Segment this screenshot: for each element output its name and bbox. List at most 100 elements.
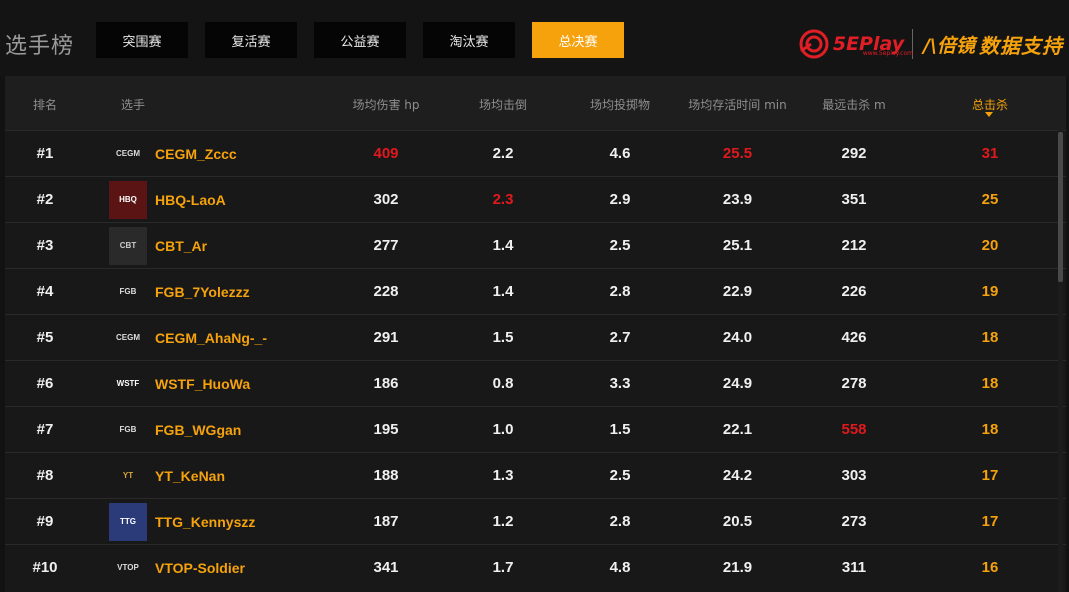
rank-cell: #10 [32,559,58,576]
player-name[interactable]: HBQ-LaoA [155,192,226,208]
tab-finals[interactable]: 总决赛 [532,22,624,58]
total-kills-cell: 17 [981,467,999,484]
total-kills-cell: 18 [981,329,999,346]
table-row[interactable]: #7 FGB FGB_WGgan 195 1.0 1.5 22.1 558 18 [5,406,1066,452]
total-kills-cell: 31 [981,145,999,162]
avg-damage-cell: 188 [373,467,399,484]
table-row[interactable]: #5 CEGM CEGM_AhaNg-_- 291 1.5 2.7 24.0 426 18 [5,314,1066,360]
player-name[interactable]: FGB_7Yolezzz [155,284,250,300]
table-row[interactable]: #3 CBT CBT_Ar 277 1.4 2.5 25.1 212 20 [5,222,1066,268]
team-logo-icon: CEGM [116,333,140,342]
avg-damage-cell: 409 [373,145,399,162]
avg-throwables-cell: 2.5 [609,467,631,484]
rank-cell: #9 [36,513,54,530]
team-logo-icon: CBT [109,226,147,265]
avg-survival-cell: 22.9 [722,283,753,300]
table-row[interactable]: #9 TTG TTG_Kennyszz 187 1.2 2.8 20.5 273 17 [5,498,1066,544]
col-damage[interactable]: 场均伤害 hp [336,96,436,113]
avg-throwables-cell: 2.7 [609,329,631,346]
avg-survival-cell: 23.9 [722,191,753,208]
sponsor-brand: 5EPlay www.5eplay.com /\倍镜 数据支持 [799,28,1063,60]
player-name[interactable]: VTOP-Soldier [155,560,245,576]
avg-survival-cell: 24.9 [722,375,753,392]
longest-kill-cell: 278 [841,375,867,392]
player-cell[interactable]: TTG TTG_Kennyszz [109,502,329,541]
avg-throwables-cell: 3.3 [609,375,631,392]
longest-kill-cell: 212 [841,237,867,254]
col-throwables[interactable]: 场均投掷物 [570,96,670,113]
page-title: 选手榜 [5,34,75,59]
player-name[interactable]: WSTF_HuoWa [155,376,250,392]
longest-kill-cell: 426 [841,329,867,346]
5eplay-logo-icon [799,29,829,59]
team-logo-icon: CEGM [116,149,140,158]
total-kills-cell: 18 [981,375,999,392]
team-logo-icon: TTG [109,502,147,541]
avg-knocks-cell: 1.4 [492,283,514,300]
rank-cell: #6 [36,375,54,392]
player-name[interactable]: YT_KeNan [155,468,225,484]
rank-cell: #7 [36,421,54,438]
avg-survival-cell: 21.9 [722,559,753,576]
player-cell[interactable]: CEGM CEGM_AhaNg-_- [109,319,329,357]
player-cell[interactable]: VTOP VTOP-Soldier [109,549,329,587]
partner-tagline: 数据支持 [979,33,1063,58]
stage-tabs: 突围赛 复活赛 公益赛 淘汰赛 总决赛 [96,22,641,58]
table-row[interactable]: #4 FGB FGB_7Yolezzz 228 1.4 2.8 22.9 226 19 [5,268,1066,314]
avg-damage-cell: 228 [373,283,399,300]
avg-knocks-cell: 1.0 [492,421,514,438]
total-kills-cell: 16 [981,559,999,576]
tab-charity[interactable]: 公益赛 [314,22,406,58]
tab-revival[interactable]: 复活赛 [205,22,297,58]
5eplay-wordmark: 5EPlay www.5eplay.com [833,33,913,57]
player-name[interactable]: CBT_Ar [155,238,207,254]
player-cell[interactable]: FGB FGB_7Yolezzz [109,273,329,311]
player-name[interactable]: FGB_WGgan [155,422,241,438]
longest-kill-cell: 558 [841,421,867,438]
player-cell[interactable]: CBT CBT_Ar [109,226,329,265]
avg-throwables-cell: 2.8 [609,283,631,300]
col-rank: 排名 [32,98,57,112]
col-longest-kill[interactable]: 最远击杀 m [804,96,904,113]
avg-damage-cell: 291 [373,329,399,346]
avg-damage-cell: 187 [373,513,399,530]
player-name[interactable]: CEGM_AhaNg-_- [155,330,267,346]
rank-cell: #2 [36,191,54,208]
tab-breakout[interactable]: 突围赛 [96,22,188,58]
avg-throwables-cell: 2.9 [609,191,631,208]
team-logo-icon: YT [122,471,134,480]
scrollbar[interactable] [1058,130,1063,592]
scrollbar-thumb[interactable] [1058,132,1063,282]
table-row[interactable]: #10 VTOP VTOP-Soldier 341 1.7 4.8 21.9 311 16 [5,544,1066,590]
player-cell[interactable]: YT YT_KeNan [109,457,329,495]
rank-cell: #1 [36,145,54,162]
team-logo-icon: HBQ [109,180,147,219]
player-cell[interactable]: CEGM CEGM_Zccc [109,135,329,173]
col-knocks[interactable]: 场均击倒 [453,96,553,113]
rank-cell: #5 [36,329,54,346]
avg-damage-cell: 341 [373,559,399,576]
table-row[interactable]: #2 HBQ HBQ-LaoA 302 2.3 2.9 23.9 351 25 [5,176,1066,222]
col-survival-time[interactable]: 场均存活时间 min [675,96,800,113]
player-cell[interactable]: HBQ HBQ-LaoA [109,180,329,219]
table-row[interactable]: #8 YT YT_KeNan 188 1.3 2.5 24.2 303 17 [5,452,1066,498]
longest-kill-cell: 303 [841,467,867,484]
player-cell[interactable]: WSTF WSTF_HuoWa [109,365,329,403]
col-total-kills[interactable]: 总击杀 [940,96,1040,117]
tab-elimination[interactable]: 淘汰赛 [423,22,515,58]
table-row[interactable]: #6 WSTF WSTF_HuoWa 186 0.8 3.3 24.9 278 18 [5,360,1066,406]
avg-knocks-cell: 1.4 [492,237,514,254]
avg-survival-cell: 20.5 [722,513,753,530]
total-kills-cell: 18 [981,421,999,438]
player-cell[interactable]: FGB FGB_WGgan [109,411,329,449]
player-name[interactable]: CEGM_Zccc [155,146,237,162]
total-kills-cell: 19 [981,283,999,300]
avg-damage-cell: 195 [373,421,399,438]
avg-knocks-cell: 2.2 [492,145,514,162]
table-row[interactable]: #1 CEGM CEGM_Zccc 409 2.2 4.6 25.5 292 31 [5,130,1066,176]
total-kills-cell: 17 [981,513,999,530]
avg-throwables-cell: 4.6 [609,145,631,162]
longest-kill-cell: 226 [841,283,867,300]
player-name[interactable]: TTG_Kennyszz [155,514,255,530]
avg-damage-cell: 302 [373,191,399,208]
